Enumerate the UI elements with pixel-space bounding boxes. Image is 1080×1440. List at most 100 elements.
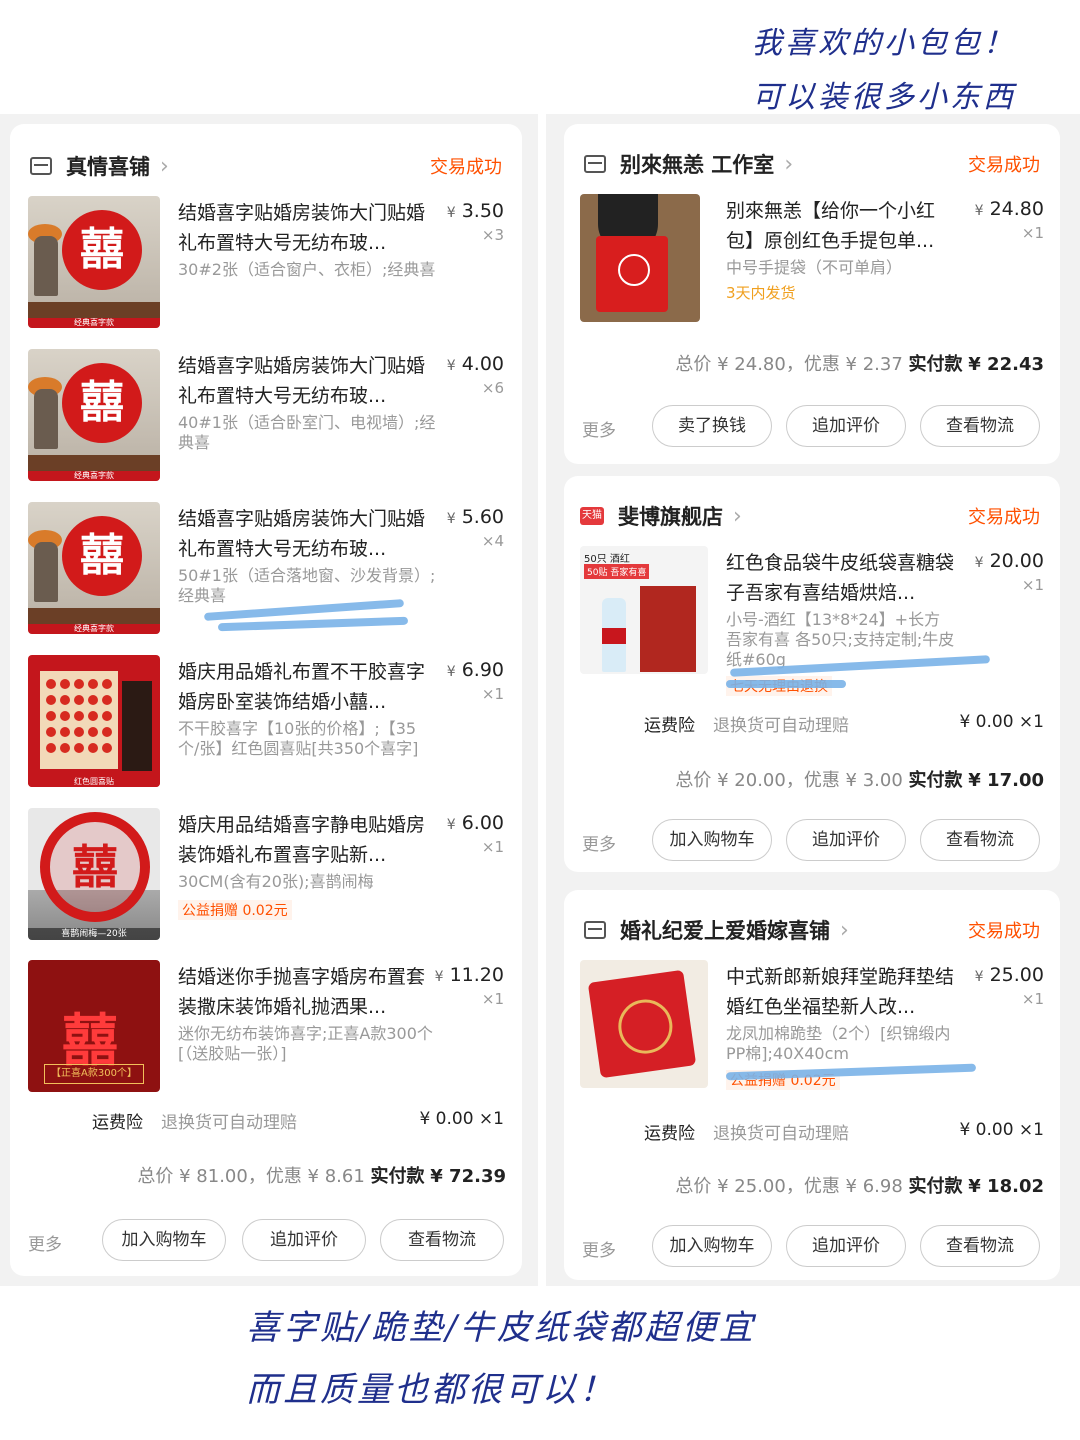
order-card: 天猫 斐博旗舰店 › 交易成功 50只 酒红 50贴 吾家有喜 红色食品袋牛皮纸…	[564, 476, 1060, 872]
list-item[interactable]: 囍 喜鹊闹梅—20张 婚庆用品结婚喜字静电贴婚房装饰婚礼布置喜字贴新... 30…	[28, 808, 504, 942]
order-card-left: 真情喜铺 › 交易成功 囍 经典喜字款 结婚喜字贴婚房装饰大门贴婚礼布置特大号无…	[10, 124, 522, 1276]
xi-glyph-icon: 囍	[62, 516, 142, 596]
xi-glyph-icon: 囍	[62, 210, 142, 290]
pay-label: 实付款	[908, 1176, 963, 1197]
currency-symbol: ¥	[446, 358, 456, 374]
pay-label: 实付款	[908, 354, 963, 375]
price-value: 6.90	[461, 659, 504, 681]
product-thumbnail: 囍 经典喜字款	[28, 349, 160, 481]
more-link[interactable]: 更多	[582, 1236, 616, 1261]
item-qty: ×1	[1021, 576, 1044, 594]
thumbnail-label: 喜鹊闹梅—20张	[28, 928, 160, 940]
xi-glyph-icon: 囍	[62, 363, 142, 443]
order-total: 总价 ¥ 20.00，优惠 ¥ 3.00 实付款 ¥ 17.00	[675, 766, 1044, 792]
view-logistics-button[interactable]: 查看物流	[380, 1219, 504, 1261]
list-item[interactable]: 囍 经典喜字款 结婚喜字贴婚房装饰大门贴婚礼布置特大号无纺布玻... 50#1张…	[28, 502, 504, 636]
insurance-label: 运费险	[644, 715, 695, 736]
order-total: 总价 ¥ 81.00，优惠 ¥ 8.61 实付款 ¥ 72.39	[137, 1162, 506, 1188]
more-link[interactable]: 更多	[582, 416, 616, 441]
shop-icon	[30, 157, 52, 175]
price-value: 11.20	[449, 964, 504, 986]
view-logistics-button[interactable]: 查看物流	[920, 405, 1040, 447]
shop-row[interactable]: 真情喜铺 › 交易成功	[10, 146, 522, 186]
add-to-cart-button[interactable]: 加入购物车	[652, 819, 772, 861]
total-summary: 总价 ¥ 20.00，优惠 ¥ 3.00	[675, 770, 903, 791]
item-price: ¥ 11.20	[435, 964, 504, 986]
currency-symbol: ¥	[974, 969, 984, 985]
order-status: 交易成功	[968, 507, 1040, 528]
product-thumbnail: 囍 喜鹊闹梅—20张	[28, 808, 160, 940]
insurance-label: 运费险	[644, 1123, 695, 1144]
total-summary: 总价 ¥ 81.00，优惠 ¥ 8.61	[137, 1166, 365, 1187]
scribble-mark	[725, 1063, 977, 1081]
add-to-cart-button[interactable]: 加入购物车	[652, 1225, 772, 1267]
order-total: 总价 ¥ 25.00，优惠 ¥ 6.98 实付款 ¥ 18.02	[675, 1172, 1044, 1198]
view-logistics-button[interactable]: 查看物流	[920, 1225, 1040, 1267]
item-qty: ×1	[481, 838, 504, 856]
add-to-cart-button[interactable]: 加入购物车	[102, 1219, 226, 1261]
total-summary: 总价 ¥ 25.00，优惠 ¥ 6.98	[675, 1176, 903, 1197]
chevron-right-icon: ›	[160, 153, 169, 179]
add-review-button[interactable]: 追加评价	[242, 1219, 366, 1261]
shop-row[interactable]: 婚礼纪爱上爱婚嫁喜铺 › 交易成功	[564, 910, 1060, 950]
thumbnail-label: 经典喜字款	[28, 624, 160, 634]
price-value: 20.00	[989, 550, 1044, 572]
item-title: 中式新郎新娘拜堂跪拜垫结婚红色坐福垫新人改...	[726, 966, 955, 1018]
sell-button[interactable]: 卖了换钱	[652, 405, 772, 447]
item-title: 结婚喜字贴婚房装饰大门贴婚礼布置特大号无纺布玻...	[178, 508, 426, 560]
scribble-mark	[217, 616, 409, 632]
list-item[interactable]: 中式新郎新娘拜堂跪拜垫结婚红色坐福垫新人改... 龙凤加棉跪垫（2个）[织锦缎内…	[580, 960, 1044, 1100]
shop-icon	[584, 921, 606, 939]
pay-value: ¥ 18.02	[968, 1176, 1044, 1197]
pay-value: ¥ 22.43	[968, 354, 1044, 375]
price-value: 3.50	[461, 200, 504, 222]
product-thumbnail: 囍 经典喜字款	[28, 196, 160, 328]
list-item[interactable]: 囍 经典喜字款 结婚喜字贴婚房装饰大门贴婚礼布置特大号无纺布玻... 30#2张…	[28, 196, 504, 330]
more-link[interactable]: 更多	[582, 830, 616, 855]
insurance-value: ¥ 0.00 ×1	[419, 1109, 504, 1129]
order-total: 总价 ¥ 24.80，优惠 ¥ 2.37 实付款 ¥ 22.43	[675, 350, 1044, 376]
note-bottom-line2: 而且质量也都很可以！	[246, 1370, 616, 1410]
thumbnail-label: 红色圆喜贴	[28, 777, 160, 787]
insurance-value: ¥ 0.00 ×1	[959, 712, 1044, 732]
item-price: ¥ 20.00	[975, 550, 1044, 572]
product-thumbnail: 囍 经典喜字款	[28, 502, 160, 634]
product-thumbnail	[580, 960, 708, 1088]
item-qty: ×1	[1021, 224, 1044, 242]
insurance-label: 运费险	[92, 1112, 143, 1133]
add-review-button[interactable]: 追加评价	[786, 405, 906, 447]
item-spec: 迷你无纺布装饰喜字;正喜A款300个[（送胶贴一张）]	[178, 1024, 433, 1063]
item-price: ¥ 3.50	[447, 200, 504, 222]
more-link[interactable]: 更多	[28, 1230, 62, 1255]
shop-name: 婚礼纪爱上爱婚嫁喜铺	[620, 919, 830, 943]
shop-row[interactable]: 别來無恙 工作室 › 交易成功	[564, 144, 1060, 184]
list-item[interactable]: 囍 经典喜字款 结婚喜字贴婚房装饰大门贴婚礼布置特大号无纺布玻... 40#1张…	[28, 349, 504, 483]
list-item[interactable]: 红色圆喜贴 婚庆用品婚礼布置不干胶喜字婚房卧室装饰结婚小囍... 不干胶喜字【1…	[28, 655, 504, 789]
product-thumbnail: 红色圆喜贴	[28, 655, 160, 787]
list-item[interactable]: 别來無恙【给你一个小红包】原创红色手提包单... 中号手提袋（不可单肩） 3天内…	[580, 194, 1044, 328]
list-item[interactable]: 50只 酒红 50贴 吾家有喜 红色食品袋牛皮纸袋喜糖袋子吾家有喜结婚烘焙...…	[580, 546, 1044, 696]
item-title: 婚庆用品婚礼布置不干胶喜字婚房卧室装饰结婚小囍...	[178, 661, 426, 713]
item-qty: ×4	[481, 532, 504, 550]
item-spec: 中号手提袋（不可单肩）	[726, 258, 903, 277]
insurance-desc: 退换货可自动理赔	[713, 1123, 849, 1144]
thumbnail-label: 【正喜A款300个】	[44, 1064, 144, 1084]
shop-name: 别來無恙 工作室	[620, 153, 775, 177]
price-value: 6.00	[461, 812, 504, 834]
shop-row[interactable]: 天猫 斐博旗舰店 › 交易成功	[564, 496, 1060, 536]
shop-icon	[584, 155, 606, 173]
item-qty: ×1	[481, 990, 504, 1008]
thumbnail-tag: 50贴 吾家有喜	[584, 564, 650, 579]
item-qty: ×3	[481, 226, 504, 244]
item-title: 结婚喜字贴婚房装饰大门贴婚礼布置特大号无纺布玻...	[178, 202, 426, 254]
list-item[interactable]: 囍 【正喜A款300个】 结婚迷你手抛喜字婚房布置套装撒床装饰婚礼抛洒果... …	[28, 960, 504, 1094]
item-spec: 40#1张（适合卧室门、电视墙）;经典喜	[178, 413, 436, 452]
shop-name: 斐博旗舰店	[618, 505, 723, 529]
view-logistics-button[interactable]: 查看物流	[920, 819, 1040, 861]
item-qty: ×6	[481, 379, 504, 397]
chevron-right-icon: ›	[733, 503, 742, 529]
item-price: ¥ 5.60	[447, 506, 504, 528]
add-review-button[interactable]: 追加评价	[786, 1225, 906, 1267]
thumbnail-label: 50只 酒红	[584, 554, 630, 565]
add-review-button[interactable]: 追加评价	[786, 819, 906, 861]
